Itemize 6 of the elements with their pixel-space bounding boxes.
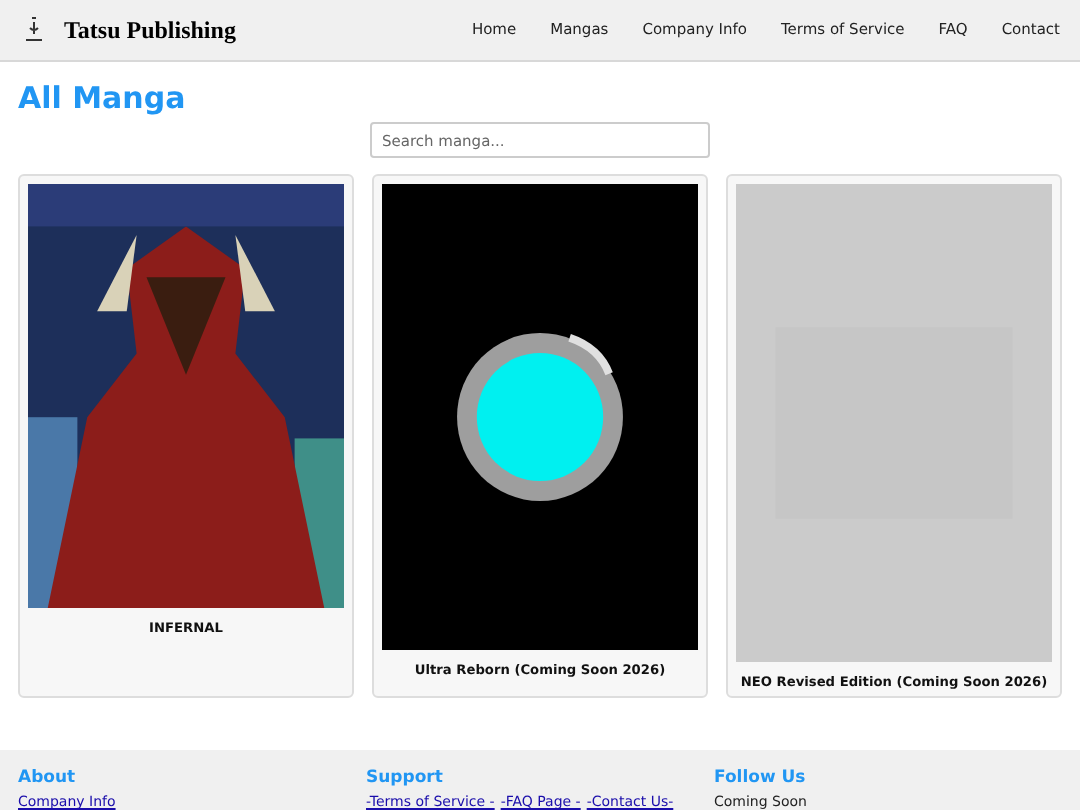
page-heading: All Manga xyxy=(18,78,188,118)
footer-heading: Follow Us xyxy=(714,766,808,790)
footer-heading: About xyxy=(18,766,78,790)
brand-name[interactable]: Tatsu Publishing xyxy=(64,12,236,48)
logo-icon xyxy=(20,16,48,44)
footer-heading: Support xyxy=(366,766,445,790)
